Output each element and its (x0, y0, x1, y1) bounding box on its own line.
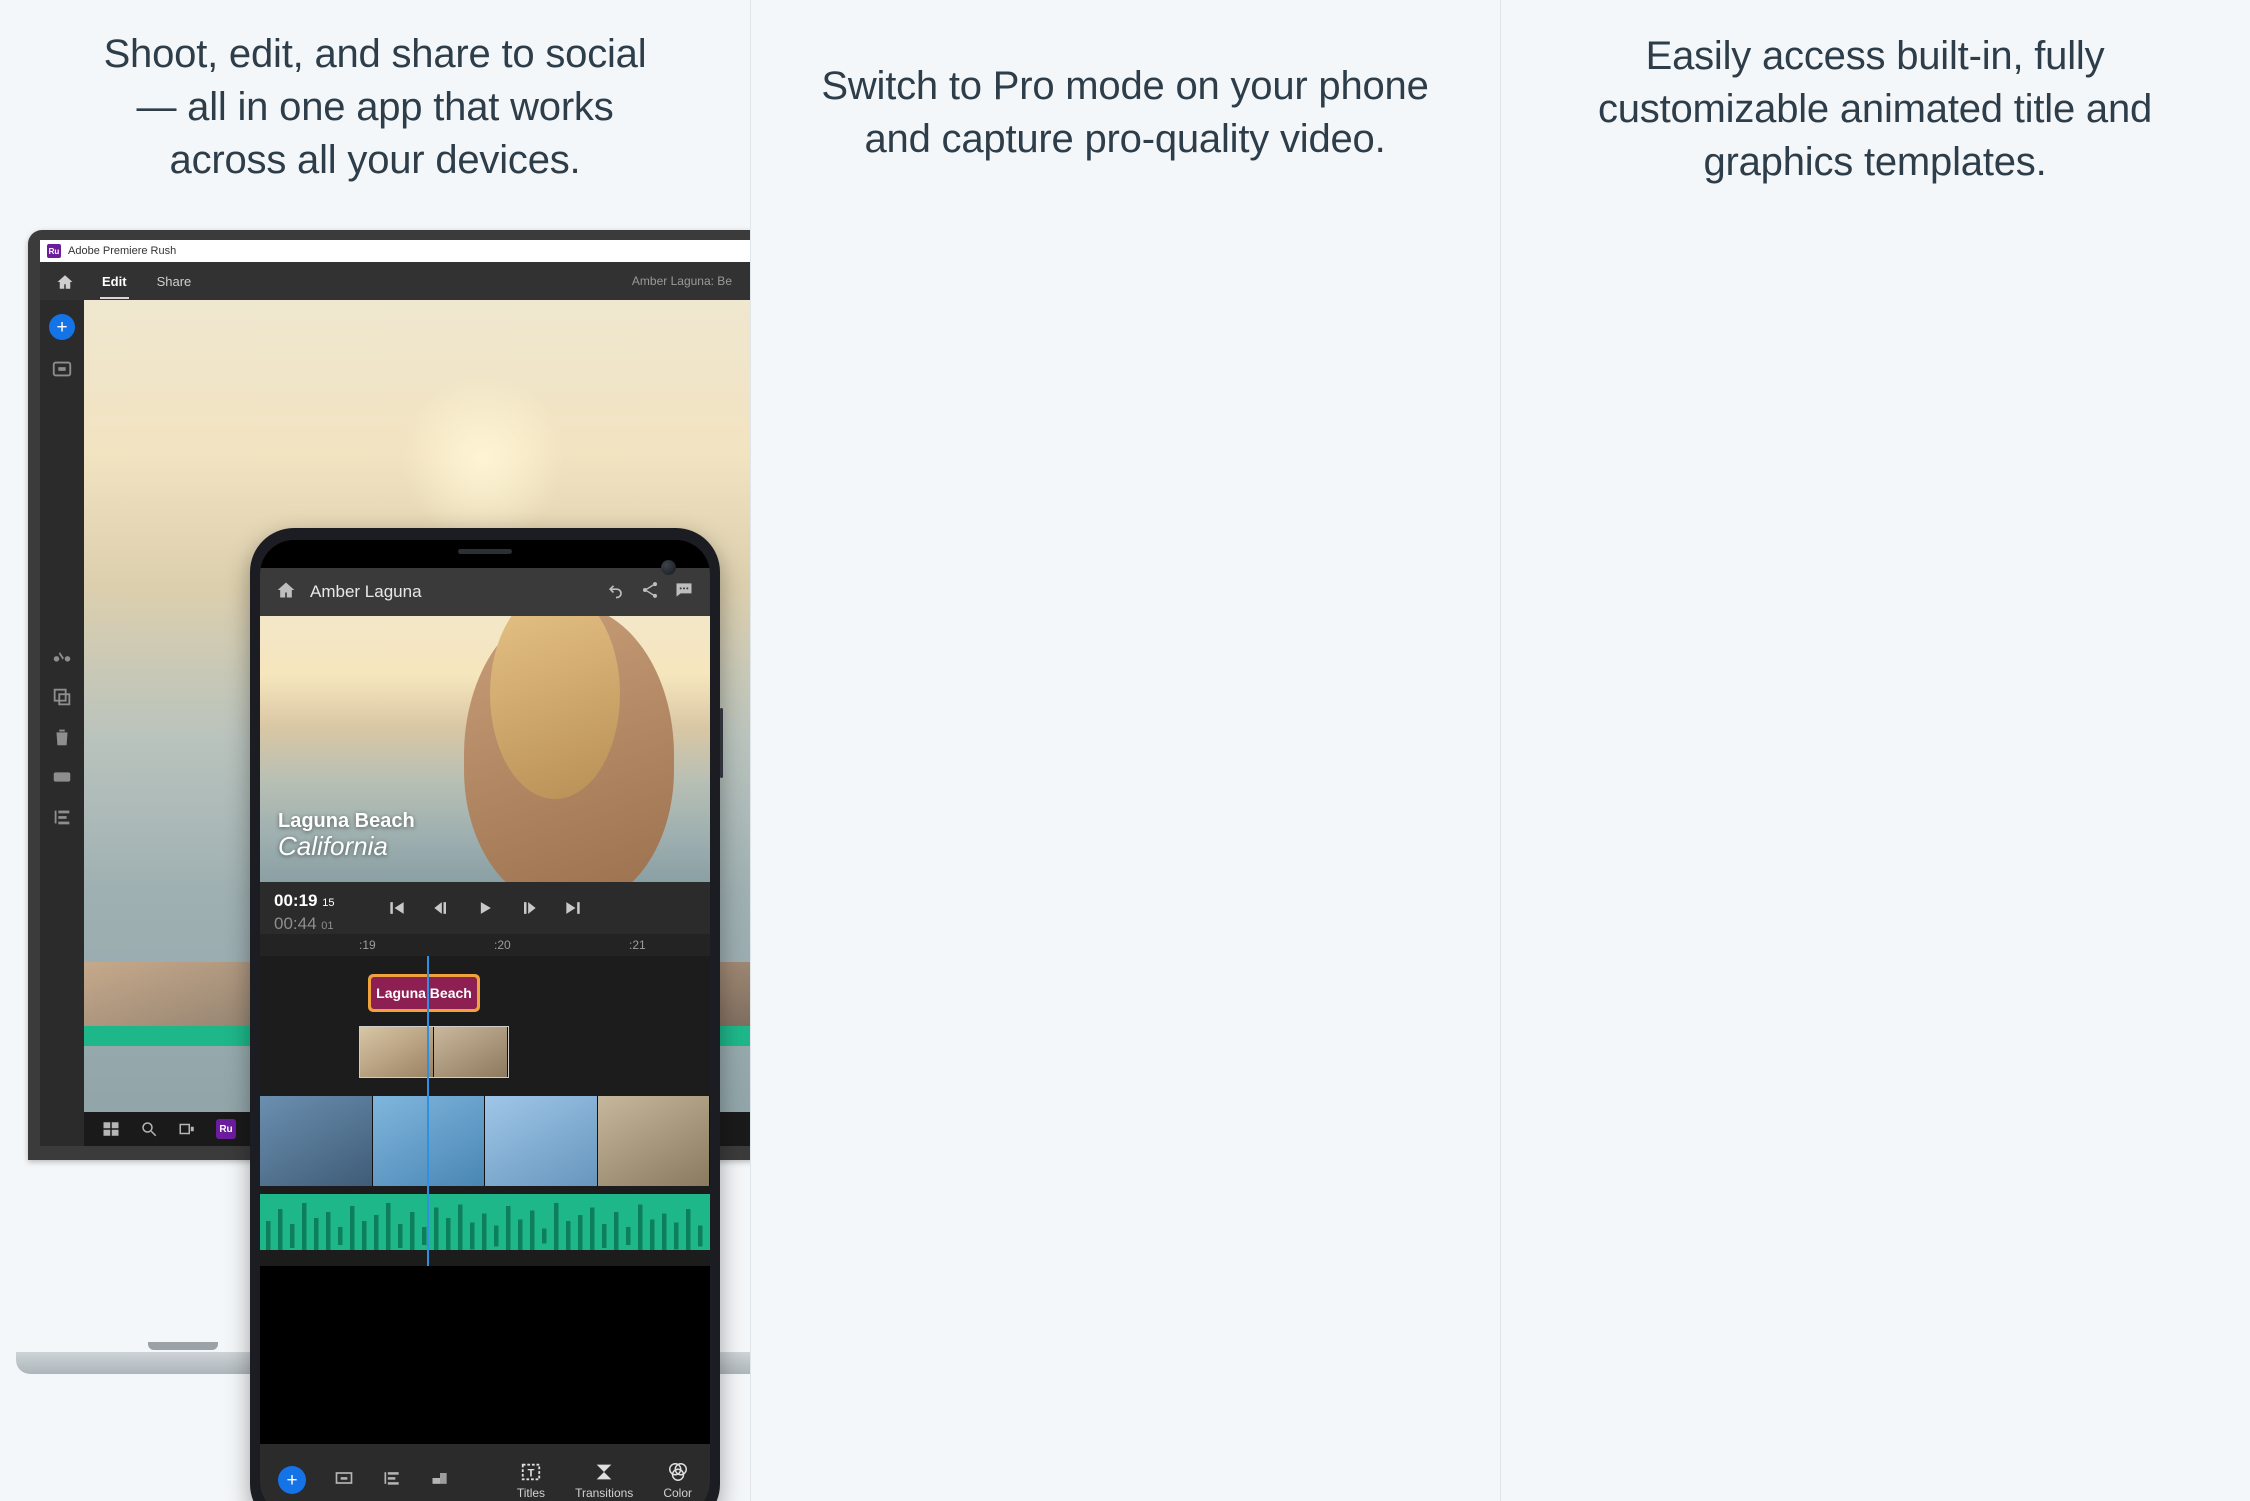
rush-app-icon: Ru (47, 244, 61, 258)
app-titlebar: Ru Adobe Premiere Rush (40, 240, 750, 262)
audio-icon[interactable] (382, 1468, 402, 1493)
desktop-project-title: Amber Laguna: Be (631, 274, 732, 288)
headline-line: Shoot, edit, and share to social (103, 32, 647, 76)
editor-bottom-bar: + T Titles Transitions Color (260, 1444, 710, 1501)
home-icon[interactable] (276, 580, 296, 605)
phone-speaker (458, 549, 512, 554)
play-icon[interactable] (475, 898, 495, 918)
tab-label: Titles (516, 1485, 546, 1500)
current-frames: 15 (322, 897, 335, 909)
ruler-tick: :20 (494, 938, 511, 952)
headline-line: customizable animated title and (1597, 86, 2153, 131)
left-rail: + (40, 300, 84, 1146)
svg-text:T: T (528, 1467, 535, 1479)
window-title: Adobe Premiere Rush (68, 245, 177, 257)
crop-icon[interactable] (430, 1468, 450, 1493)
tab-edit[interactable]: Edit (100, 264, 129, 299)
title-clip-label: Laguna Beach (371, 977, 477, 1009)
selected-clip-strip[interactable] (359, 1026, 509, 1078)
app-menubar: Edit Share Amber Laguna: Be (40, 262, 750, 300)
undo-icon[interactable] (606, 580, 626, 605)
panel-2-headline: Switch to Pro mode on your phone and cap… (750, 60, 1500, 166)
windows-icon[interactable] (102, 1120, 120, 1138)
home-icon[interactable] (56, 273, 74, 289)
phone-editor-device: Amber Laguna Laguna Beach California 00:… (250, 528, 723, 1501)
screenshot-board: Shoot, edit, and share to social — all i… (0, 0, 2250, 1501)
editor-top-bar: Amber Laguna (260, 568, 710, 616)
front-camera (661, 560, 676, 575)
media-icon[interactable] (334, 1468, 354, 1493)
step-forward-icon[interactable] (519, 898, 539, 918)
timeline-tracks[interactable]: Laguna Beach (260, 956, 710, 1266)
panel-titles: Easily access built-in, fully customizab… (1500, 0, 2250, 1501)
editor-transport: 00:19 15 00:44 01 (260, 882, 710, 934)
audio-track[interactable] (260, 1194, 710, 1250)
panel-1-headline: Shoot, edit, and share to social — all i… (0, 28, 750, 186)
headline-line: and capture pro-quality video. (864, 116, 1386, 161)
duration-time: 00:44 (274, 913, 317, 933)
headline-line: Easily access built-in, fully (1645, 34, 2105, 78)
lower-third-overlay: Laguna Beach California (278, 810, 415, 862)
overlay-title: Laguna Beach (278, 810, 415, 832)
delete-icon[interactable] (51, 726, 73, 748)
comment-icon[interactable] (674, 580, 694, 605)
task-view-icon[interactable] (178, 1120, 196, 1138)
timeline-ruler: :19 :20 :21 (260, 934, 710, 956)
transport-buttons (387, 898, 583, 918)
headline-line: across all your devices. (169, 137, 581, 182)
title-clip[interactable]: Laguna Beach (368, 974, 480, 1012)
taskbar-rush-icon[interactable]: Ru (216, 1119, 236, 1139)
tab-transitions[interactable]: Transitions (575, 1461, 633, 1500)
duplicate-icon[interactable] (51, 686, 73, 708)
laptop-notch (148, 1342, 218, 1350)
editor-preview[interactable]: Laguna Beach California (260, 616, 710, 882)
cut-icon[interactable] (51, 646, 73, 668)
tab-color[interactable]: Color (663, 1461, 692, 1500)
add-media-button[interactable]: + (49, 314, 75, 340)
project-name: Amber Laguna (310, 582, 422, 601)
headline-line: graphics templates. (1703, 139, 2047, 184)
share-icon[interactable] (640, 580, 660, 605)
timecode: 00:19 15 00:44 01 (274, 890, 334, 936)
add-button[interactable]: + (278, 1466, 306, 1494)
search-icon[interactable] (140, 1120, 158, 1138)
tab-share[interactable]: Share (155, 264, 194, 299)
headline-line: — all in one app that works (136, 84, 614, 129)
step-back-icon[interactable] (431, 898, 451, 918)
duration-frames: 01 (321, 919, 334, 932)
skip-to-start-icon[interactable] (387, 898, 407, 918)
tab-titles[interactable]: T Titles (517, 1461, 545, 1500)
tab-label: Color (663, 1485, 692, 1500)
ruler-tick: :21 (629, 938, 646, 952)
timeline-clip-strip[interactable] (260, 1096, 710, 1186)
headline-line: Switch to Pro mode on your phone (821, 64, 1429, 108)
overlay-subtitle: California (278, 831, 388, 861)
ruler-tick: :19 (359, 938, 376, 952)
list-icon[interactable] (51, 806, 73, 828)
phone-editor-screen: Amber Laguna Laguna Beach California 00:… (260, 540, 710, 1501)
project-icon[interactable] (51, 358, 73, 380)
panel-camera: Switch to Pro mode on your phone and cap… (750, 0, 1500, 1501)
skip-to-end-icon[interactable] (563, 898, 583, 918)
export-icon[interactable] (51, 766, 73, 788)
current-time: 00:19 (274, 891, 318, 910)
tab-label: Transitions (575, 1485, 634, 1500)
sun-glow (393, 367, 574, 548)
panel-desktop-mobile: Shoot, edit, and share to social — all i… (0, 0, 750, 1501)
panel-3-headline: Easily access built-in, fully customizab… (1500, 30, 2250, 188)
